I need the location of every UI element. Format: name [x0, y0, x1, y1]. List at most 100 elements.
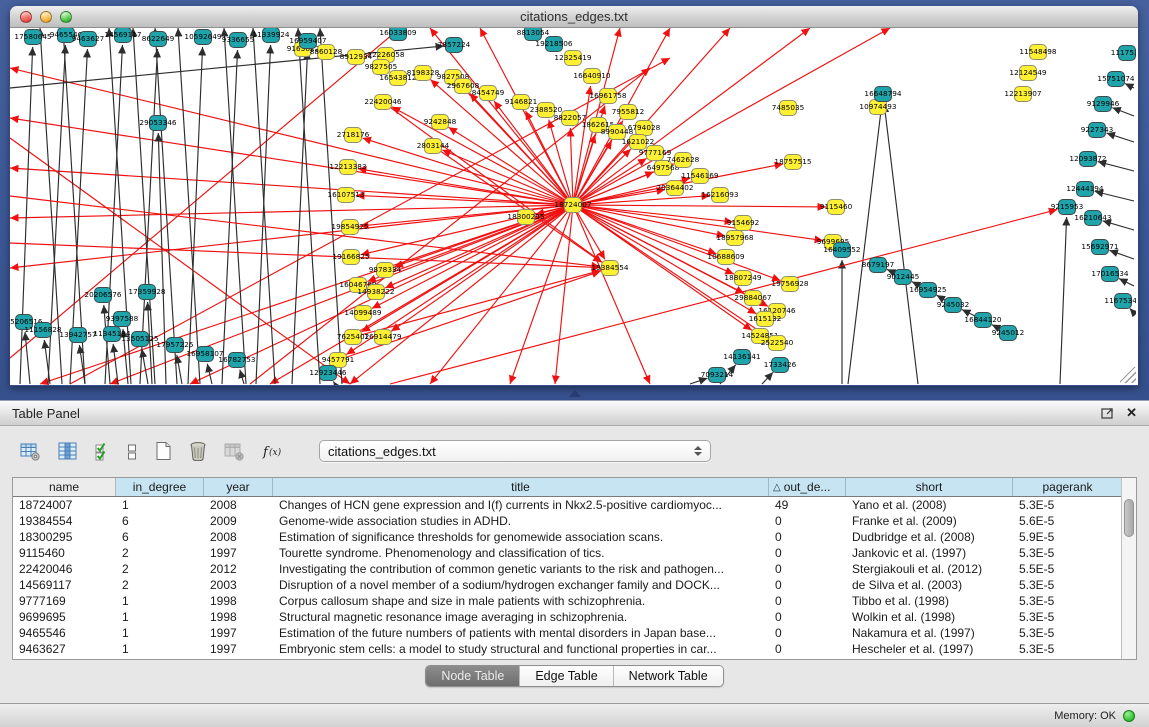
graph-node[interactable]: 1733426 [764, 358, 797, 373]
table-cell-short[interactable]: Tibbo et al. (1998) [846, 593, 1013, 609]
table-cell-title[interactable]: Structural magnetic resonance image aver… [273, 609, 769, 625]
vertical-scrollbar[interactable] [1121, 478, 1136, 659]
graph-node[interactable]: 9878334 [369, 263, 402, 278]
table-cell-year[interactable]: 2009 [204, 513, 273, 529]
graph-node[interactable]: 14136141 [723, 350, 760, 365]
table-row[interactable]: 1830029562008Estimation of significance … [13, 529, 1121, 545]
graph-node[interactable]: 22420046 [364, 95, 401, 110]
table-cell-title[interactable]: Changes of HCN gene expression and I(f) … [273, 497, 769, 513]
graph-node[interactable]: 7093214 [701, 368, 734, 383]
table-cell-year[interactable]: 1997 [204, 641, 273, 657]
tab-node-table[interactable]: Node Table [426, 666, 519, 686]
graph-node[interactable]: 19854925 [331, 220, 368, 235]
column-header-in_degree[interactable]: in_degree [116, 478, 204, 496]
panel-splitter[interactable] [0, 386, 1149, 400]
table-cell-year[interactable]: 2003 [204, 577, 273, 593]
delete-table-disabled-icon[interactable] [222, 440, 247, 463]
table-cell-out_de[interactable]: 0 [769, 625, 846, 641]
table-cell-year[interactable]: 1998 [204, 593, 273, 609]
table-cell-short[interactable]: Dudbridge et al. (2008) [846, 529, 1013, 545]
graph-node[interactable]: 2718176 [337, 128, 370, 143]
graph-node[interactable]: 20206576 [84, 288, 121, 303]
table-cell-name[interactable]: 9115460 [13, 545, 116, 561]
table-cell-pagerank[interactable]: 5.3E-5 [1013, 593, 1123, 609]
graph-node[interactable]: 29053346 [139, 116, 176, 131]
table-cell-in_degree[interactable]: 6 [116, 513, 204, 529]
table-cell-title[interactable]: Genome-wide association studies in ADHD. [273, 513, 769, 529]
graph-node[interactable]: 17580645 [14, 30, 51, 45]
table-cell-name[interactable]: 18300295 [13, 529, 116, 545]
graph-node[interactable]: 18807249 [724, 271, 761, 286]
table-cell-name[interactable]: 9465546 [13, 625, 116, 641]
table-cell-pagerank[interactable]: 5.3E-5 [1013, 545, 1123, 561]
table-cell-in_degree[interactable]: 1 [116, 641, 204, 657]
graph-node[interactable]: 12093872 [1069, 152, 1106, 167]
table-cell-pagerank[interactable]: 5.6E-5 [1013, 513, 1123, 529]
column-visibility-icon[interactable] [56, 440, 80, 463]
graph-node[interactable]: 12124549 [1009, 66, 1046, 81]
table-cell-year[interactable]: 2012 [204, 561, 273, 577]
table-cell-year[interactable]: 1997 [204, 545, 273, 561]
table-cell-pagerank[interactable]: 5.3E-5 [1013, 609, 1123, 625]
table-cell-short[interactable]: de Silva et al. (2003) [846, 577, 1013, 593]
graph-node[interactable]: 15751074 [1097, 72, 1134, 87]
table-row[interactable]: 911546021997Tourette syndrome. Phenomeno… [13, 545, 1121, 561]
float-panel-icon[interactable] [1101, 407, 1114, 419]
table-cell-name[interactable]: 9777169 [13, 593, 116, 609]
graph-node[interactable]: 11675345 [1104, 294, 1136, 309]
table-cell-name[interactable]: 22420046 [13, 561, 116, 577]
graph-node[interactable]: 17016534 [1091, 267, 1128, 282]
graph-node[interactable]: 10592649 [184, 30, 221, 45]
graph-node[interactable]: 9012445 [887, 270, 920, 285]
graph-node[interactable]: 13942757 [59, 328, 96, 343]
column-header-year[interactable]: year [204, 478, 273, 496]
graph-node[interactable]: 9463627 [72, 32, 105, 47]
table-cell-out_de[interactable]: 0 [769, 641, 846, 657]
graph-node[interactable]: 9154692 [727, 216, 760, 231]
network-canvas[interactable]: 1872400718300295193845542718176122133831… [10, 28, 1138, 385]
table-cell-short[interactable]: Wolkin et al. (1998) [846, 609, 1013, 625]
table-cell-out_de[interactable]: 49 [769, 497, 846, 513]
graph-node[interactable]: 7485035 [772, 101, 805, 116]
graph-node[interactable]: 9397588 [106, 312, 139, 327]
table-cell-pagerank[interactable]: 5.3E-5 [1013, 497, 1123, 513]
table-cell-title[interactable]: Investigating the contribution of common… [273, 561, 769, 577]
graph-node[interactable]: 17359928 [128, 285, 165, 300]
table-cell-out_de[interactable]: 0 [769, 593, 846, 609]
table-row[interactable]: 1456911722003Disruption of a novel membe… [13, 577, 1121, 593]
table-cell-out_de[interactable]: 0 [769, 545, 846, 561]
graph-node[interactable]: 9336655 [222, 33, 255, 48]
table-cell-year[interactable]: 2008 [204, 497, 273, 513]
table-row[interactable]: 946554611997Estimation of the future num… [13, 625, 1121, 641]
column-header-short[interactable]: short [846, 478, 1013, 496]
graph-node[interactable]: 1117535 [1111, 46, 1136, 61]
table-cell-short[interactable]: Hescheler et al. (1997) [846, 641, 1013, 657]
graph-node[interactable]: 16961758 [589, 89, 626, 104]
tab-network-table[interactable]: Network Table [613, 666, 723, 686]
graph-node[interactable]: 9129946 [1087, 97, 1120, 112]
table-row[interactable]: 1872400712008Changes of HCN gene express… [13, 497, 1121, 513]
table-cell-title[interactable]: Estimation of the future numbers of pati… [273, 625, 769, 641]
close-panel-icon[interactable]: ✕ [1126, 405, 1137, 421]
graph-node[interactable]: 14099489 [344, 306, 381, 321]
table-cell-pagerank[interactable]: 5.3E-5 [1013, 641, 1123, 657]
graph-node[interactable]: 10688609 [707, 250, 744, 265]
graph-node[interactable]: 9227343 [1081, 123, 1114, 138]
table-cell-short[interactable]: Yano et al. (2008) [846, 497, 1013, 513]
graph-node[interactable]: 19218506 [535, 37, 572, 52]
table-cell-name[interactable]: 9699695 [13, 609, 116, 625]
table-cell-year[interactable]: 2008 [204, 529, 273, 545]
table-cell-pagerank[interactable]: 5.3E-5 [1013, 577, 1123, 593]
window-resize-grip[interactable] [1120, 367, 1136, 383]
table-cell-in_degree[interactable]: 2 [116, 561, 204, 577]
table-cell-name[interactable]: 19384554 [13, 513, 116, 529]
table-cell-short[interactable]: Jankovic et al. (1997) [846, 545, 1013, 561]
table-cell-short[interactable]: Franke et al. (2009) [846, 513, 1013, 529]
table-row[interactable]: 1938455462009Genome-wide association stu… [13, 513, 1121, 529]
table-cell-in_degree[interactable]: 2 [116, 577, 204, 593]
column-header-pagerank[interactable]: pagerank [1013, 478, 1123, 496]
table-row[interactable]: 946362711997Embryonic stem cells: a mode… [13, 641, 1121, 657]
graph-node[interactable]: 16409552 [823, 243, 860, 258]
graph-node[interactable]: 8454749 [472, 86, 505, 101]
table-row[interactable]: 969969511998Structural magnetic resonanc… [13, 609, 1121, 625]
